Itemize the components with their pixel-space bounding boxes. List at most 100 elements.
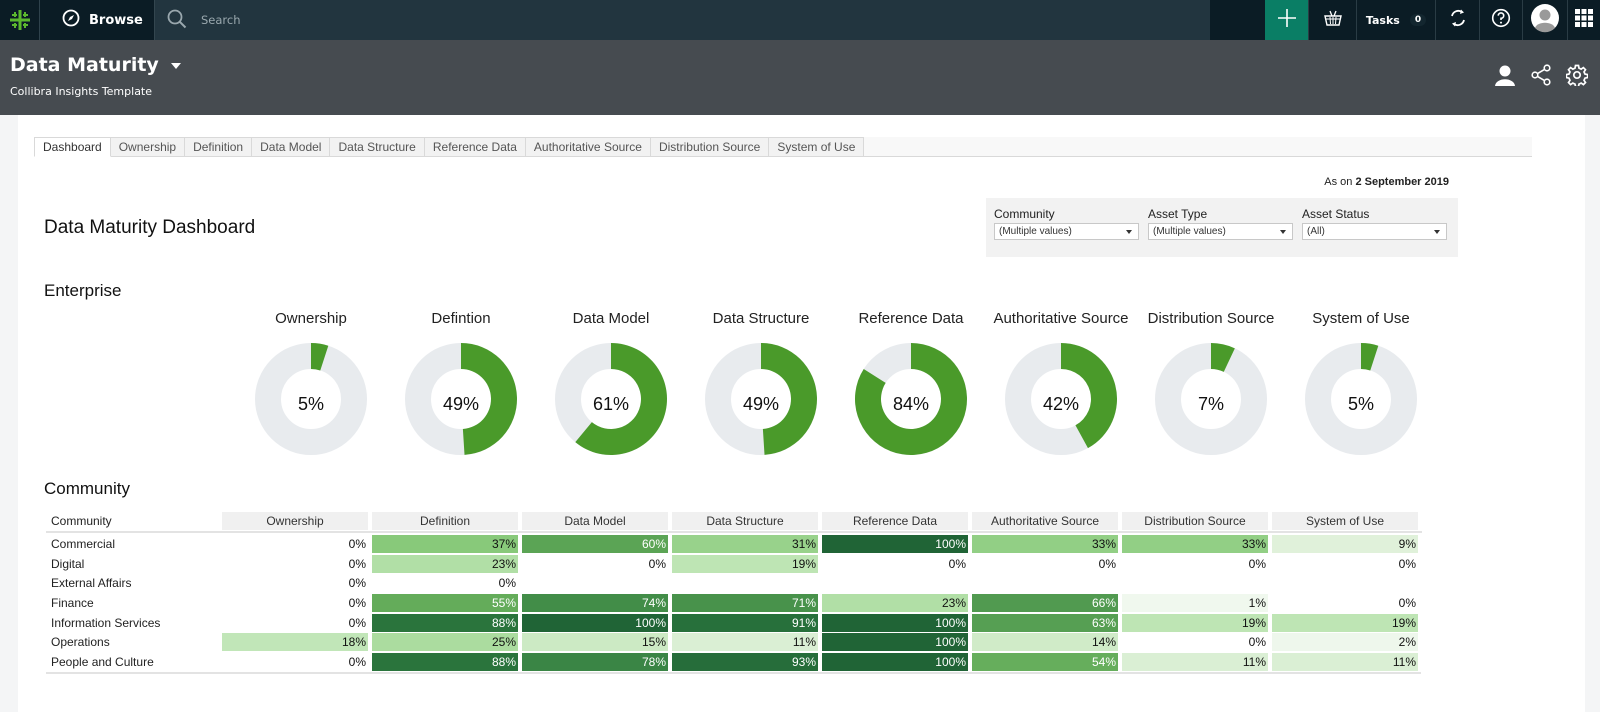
table-cell[interactable]: 0% — [222, 535, 368, 553]
search-bar[interactable]: Search — [155, 0, 1210, 40]
collibra-logo-icon[interactable] — [0, 0, 40, 40]
table-cell[interactable]: 0% — [1272, 594, 1418, 612]
table-cell[interactable]: 0% — [972, 555, 1118, 573]
table-cell[interactable]: 2% — [1272, 633, 1418, 652]
tab-dashboard[interactable]: Dashboard — [34, 137, 111, 157]
sync-button[interactable] — [1435, 0, 1479, 40]
table-cell[interactable] — [972, 574, 1118, 592]
table-cell[interactable] — [1272, 574, 1418, 592]
gear-icon[interactable] — [1565, 64, 1589, 91]
table-cell[interactable]: 88% — [372, 613, 518, 632]
table-cell[interactable] — [1122, 574, 1268, 592]
table-cell[interactable]: 100% — [822, 653, 968, 672]
table-cell[interactable]: 11% — [672, 633, 818, 652]
table-cell[interactable]: 25% — [372, 633, 518, 652]
table-cell[interactable]: 0% — [1122, 633, 1268, 651]
table-cell[interactable]: 9% — [1272, 535, 1418, 553]
donut-system-of-use[interactable]: System of Use 5% — [1286, 310, 1436, 455]
table-cell[interactable] — [522, 574, 668, 592]
table-cell[interactable]: 14% — [972, 633, 1118, 652]
table-cell[interactable]: 33% — [972, 535, 1118, 553]
share-icon[interactable] — [1530, 64, 1552, 91]
table-cell[interactable]: 18% — [222, 633, 368, 652]
tab-system-of-use[interactable]: System of Use — [769, 137, 865, 157]
table-cell[interactable]: 23% — [822, 594, 968, 613]
table-cell[interactable]: 55% — [372, 594, 518, 613]
user-avatar-button[interactable] — [1522, 0, 1567, 40]
community-select[interactable]: (Multiple values) — [994, 223, 1139, 240]
table-cell[interactable]: 71% — [672, 594, 818, 613]
tab-data-model[interactable]: Data Model — [252, 137, 331, 157]
column-header[interactable]: Ownership — [222, 512, 368, 530]
table-cell[interactable]: 11% — [1272, 653, 1418, 672]
tab-distribution-source[interactable]: Distribution Source — [650, 137, 770, 157]
asset-status-select[interactable]: (All) — [1302, 223, 1447, 240]
donut-data-structure[interactable]: Data Structure 49% — [686, 310, 836, 455]
create-button[interactable] — [1265, 0, 1308, 40]
table-cell[interactable]: 91% — [672, 613, 818, 632]
table-cell[interactable]: 100% — [522, 613, 668, 632]
table-cell[interactable]: 0% — [372, 574, 518, 592]
table-cell[interactable]: 0% — [222, 653, 368, 671]
table-cell[interactable]: 88% — [372, 653, 518, 672]
table-cell[interactable]: 15% — [522, 633, 668, 652]
user-icon[interactable] — [1494, 64, 1516, 91]
donut-authoritative-source[interactable]: Authoritative Source 42% — [986, 310, 1136, 455]
table-cell[interactable]: 66% — [972, 594, 1118, 613]
table-cell[interactable]: 0% — [222, 614, 368, 632]
tab-data-structure[interactable]: Data Structure — [330, 137, 425, 157]
column-header[interactable]: Definition — [372, 512, 518, 530]
tab-reference-data[interactable]: Reference Data — [424, 137, 526, 157]
page-title-dropdown[interactable]: Data Maturity — [10, 54, 181, 76]
asset-type-select[interactable]: (Multiple values) — [1148, 223, 1293, 240]
column-header[interactable]: Data Structure — [672, 512, 818, 530]
table-cell[interactable]: 74% — [522, 594, 668, 613]
table-cell[interactable]: 78% — [522, 653, 668, 672]
tasks-button[interactable]: Tasks 0 — [1356, 0, 1435, 40]
table-cell[interactable] — [672, 574, 818, 592]
table-cell[interactable]: 33% — [1122, 535, 1268, 553]
column-header[interactable]: Reference Data — [822, 512, 968, 530]
tab-authoritative-source[interactable]: Authoritative Source — [525, 137, 651, 157]
column-header[interactable]: Data Model — [522, 512, 668, 530]
table-cell[interactable]: 60% — [522, 535, 668, 553]
table-cell[interactable]: 0% — [522, 555, 668, 573]
table-cell[interactable]: 100% — [822, 633, 968, 652]
donut-distribution-source[interactable]: Distribution Source 7% — [1136, 310, 1286, 455]
table-cell[interactable]: 0% — [222, 574, 368, 592]
table-cell[interactable]: 11% — [1122, 653, 1268, 672]
browse-button[interactable]: Browse — [40, 0, 155, 40]
table-cell[interactable]: 19% — [672, 554, 818, 573]
table-cell[interactable]: 54% — [972, 653, 1118, 672]
table-cell[interactable] — [822, 574, 968, 592]
table-cell[interactable]: 63% — [972, 613, 1118, 632]
donut-reference-data[interactable]: Reference Data 84% — [836, 310, 986, 455]
table-cell[interactable]: 37% — [372, 535, 518, 553]
table-cell[interactable]: 31% — [672, 535, 818, 553]
apps-button[interactable] — [1567, 0, 1600, 40]
table-cell[interactable]: 0% — [822, 555, 968, 573]
donut-data-model[interactable]: Data Model 61% — [536, 310, 686, 455]
table-cell[interactable]: 19% — [1122, 613, 1268, 632]
table-cell[interactable]: 19% — [1272, 613, 1418, 632]
column-header[interactable]: System of Use — [1272, 512, 1418, 530]
table-cell[interactable]: 0% — [1272, 555, 1418, 573]
column-header[interactable]: Authoritative Source — [972, 512, 1118, 530]
table-cell[interactable]: 100% — [822, 535, 968, 553]
table-cell[interactable]: 1% — [1122, 594, 1268, 613]
tab-ownership[interactable]: Ownership — [110, 137, 186, 157]
table-cell[interactable]: 0% — [222, 594, 368, 612]
help-button[interactable] — [1479, 0, 1522, 40]
column-header[interactable]: Distribution Source — [1122, 512, 1268, 530]
table-cell[interactable]: 23% — [372, 554, 518, 573]
table-cell[interactable]: 93% — [672, 653, 818, 672]
donut-defintion[interactable]: Defintion 49% — [386, 310, 536, 455]
table-cell[interactable]: 0% — [1122, 555, 1268, 573]
search-input[interactable]: Search — [201, 13, 241, 27]
donut-ownership[interactable]: Ownership 5% — [236, 310, 386, 455]
basket-button[interactable] — [1308, 0, 1356, 40]
column-header[interactable]: Community — [46, 511, 222, 531]
table-cell[interactable]: 100% — [822, 613, 968, 632]
table-cell[interactable]: 0% — [222, 555, 368, 573]
tab-definition[interactable]: Definition — [185, 137, 253, 157]
